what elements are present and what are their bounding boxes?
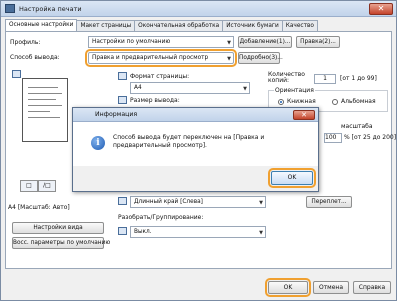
layout-icon [12, 70, 21, 78]
dialog-ok-button[interactable]: OK [268, 168, 316, 188]
chevron-down-icon: ▼ [259, 230, 263, 236]
collate-label: Разобрать/Группирование: [118, 214, 204, 221]
copies-input[interactable]: 1 [314, 74, 336, 84]
window-title: Настройка печати [19, 5, 82, 13]
page-format-select[interactable]: A4 ▼ [130, 82, 250, 94]
title-bar: Настройка печати ✕ [1, 1, 396, 17]
output-method-value: Правка и предварительный просмотр [92, 55, 209, 61]
details-button[interactable]: Подробно(3)... [238, 52, 283, 64]
page-format-icon [118, 72, 127, 80]
chevron-down-icon: ▼ [227, 56, 231, 62]
output-method-label: Способ вывода: [10, 54, 60, 61]
page-format-label: Формат страницы: [130, 73, 190, 80]
scale-range: % [от 25 до 200] [344, 134, 397, 141]
portrait-radio[interactable] [278, 99, 284, 105]
landscape-radio[interactable] [332, 99, 338, 105]
edit-profile-button[interactable]: Правка(2)... [296, 36, 340, 48]
view-settings-button[interactable]: Настройки вида [12, 222, 104, 234]
output-method-select[interactable]: Правка и предварительный просмотр ▼ [85, 49, 237, 67]
copies-range: [от 1 до 99] [340, 75, 377, 82]
add-profile-button[interactable]: Добавление(1)... [238, 36, 292, 48]
portrait-label: Книжная [287, 98, 316, 105]
double-page-button[interactable]: ∕□ [38, 180, 56, 192]
scale-input[interactable]: 100 [324, 133, 342, 143]
scale-label: масштаба [341, 123, 373, 130]
preview-caption: A4 [Масштаб: Авто] [8, 204, 70, 211]
dialog-message: Способ вывода будет переключен на [Правк… [113, 134, 265, 149]
info-dialog: Информация ✕ i Способ вывода будет перек… [72, 107, 319, 192]
collate-select[interactable]: Выкл. ▼ [130, 226, 266, 238]
profile-select[interactable]: Настройки по умолчанию ▼ [88, 36, 234, 48]
output-size-icon [118, 96, 127, 104]
help-button[interactable]: Справка [353, 281, 391, 294]
single-page-button[interactable]: □ [20, 180, 38, 192]
chevron-down-icon: ▼ [243, 86, 247, 92]
printer-icon [5, 4, 15, 13]
cancel-button[interactable]: Отмена [313, 281, 349, 294]
gutter-button[interactable]: Переплет... [306, 196, 352, 208]
landscape-label: Альбомная [341, 98, 376, 105]
output-size-label: Размер вывода: [130, 97, 180, 104]
page-preview: □ ∕□ [12, 70, 78, 192]
ok-button[interactable]: OK [265, 278, 311, 297]
profile-label: Профиль: [10, 39, 41, 46]
chevron-down-icon: ▼ [227, 40, 231, 46]
binding-value: Длинный край [Слева] [134, 199, 203, 205]
collate-value: Выкл. [134, 229, 152, 235]
collate-icon [118, 227, 127, 235]
info-icon: i [91, 136, 105, 150]
dialog-title-bar: Информация ✕ [73, 108, 318, 122]
preview-page [22, 78, 68, 142]
binding-select[interactable]: Длинный край [Слева] ▼ [130, 196, 266, 208]
profile-value: Настройки по умолчанию [92, 39, 171, 45]
restore-defaults-button[interactable]: Восс. параметры по умолчанию [12, 237, 110, 249]
chevron-down-icon: ▼ [259, 200, 263, 206]
orientation-label: Ориентация [274, 87, 315, 94]
copies-label: Количество копий: [268, 71, 305, 84]
close-button[interactable]: ✕ [369, 3, 393, 15]
dialog-close-button[interactable]: ✕ [293, 110, 315, 120]
binding-icon [118, 197, 127, 205]
dialog-title: Информация [95, 111, 138, 118]
dialog-body: i Способ вывода будет переключен на [Пра… [73, 122, 318, 166]
page-format-value: A4 [134, 85, 142, 91]
